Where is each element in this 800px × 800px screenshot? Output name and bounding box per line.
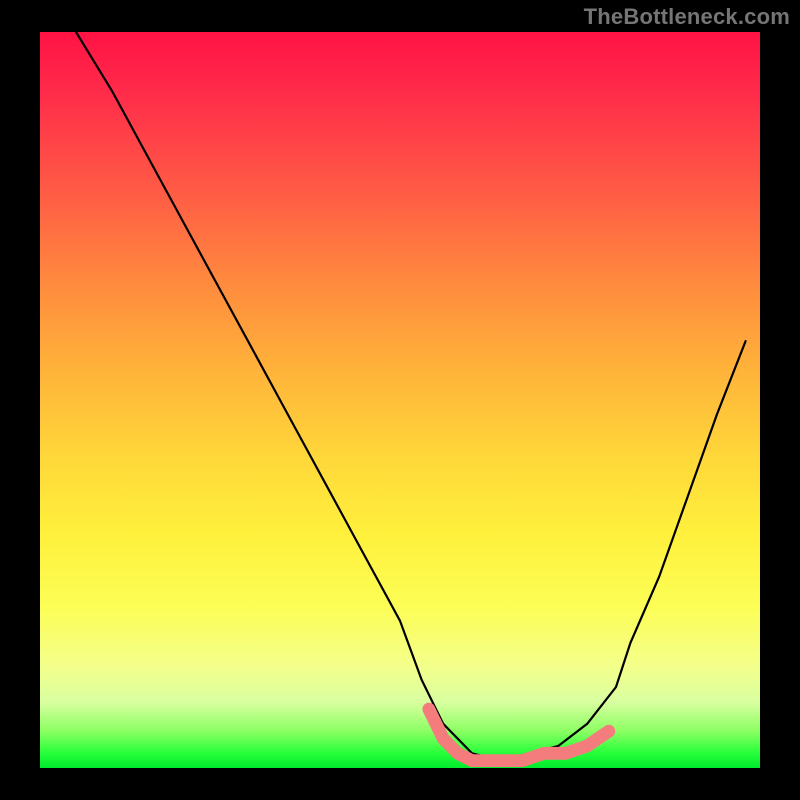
optimal-flat-region: [429, 709, 609, 761]
plot-area: [40, 32, 760, 768]
watermark-text: TheBottleneck.com: [584, 4, 790, 30]
curve-layer: [40, 32, 760, 768]
chart-frame: TheBottleneck.com: [0, 0, 800, 800]
optimal-end-right: [603, 726, 614, 737]
bottleneck-curve: [76, 32, 746, 761]
optimal-end-left: [423, 704, 434, 715]
